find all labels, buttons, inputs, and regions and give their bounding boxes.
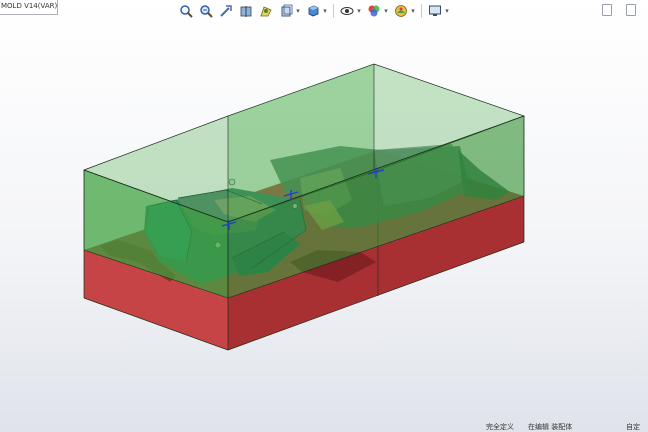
toolbar-separator [333, 4, 334, 18]
apply-scene-icon[interactable] [393, 3, 409, 19]
status-custom: 自定 [626, 423, 640, 431]
view-settings-dropdown-icon[interactable]: ▾ [444, 7, 450, 15]
feature-tree-tab[interactable]: MOLD V14(VAR) [0, 0, 58, 15]
view-orientation-dropdown-icon[interactable]: ▾ [295, 7, 301, 15]
edit-appearance-dropdown-icon[interactable]: ▾ [383, 7, 389, 15]
display-style-dropdown-icon[interactable]: ▾ [322, 7, 328, 15]
hide-show-dropdown-icon[interactable]: ▾ [356, 7, 362, 15]
hide-show-icon[interactable] [339, 3, 355, 19]
zoom-to-fit-icon[interactable] [178, 3, 194, 19]
status-bar: 完全定义 在编辑 装配体 自定 [0, 422, 648, 432]
display-style-icon[interactable] [305, 3, 321, 19]
view-orientation-icon[interactable] [278, 3, 294, 19]
apply-scene-dropdown-icon[interactable]: ▾ [410, 7, 416, 15]
graphics-viewport[interactable] [0, 0, 648, 432]
maximize-window-icon[interactable] [626, 4, 636, 16]
edit-appearance-icon[interactable] [366, 3, 382, 19]
section-view-icon[interactable] [238, 3, 254, 19]
status-editing: 在编辑 装配体 [528, 423, 573, 431]
dynamic-annotation-icon[interactable] [258, 3, 274, 19]
restore-window-icon[interactable] [602, 4, 612, 16]
zoom-to-area-icon[interactable] [198, 3, 214, 19]
status-definition: 完全定义 [486, 423, 514, 431]
toolbar-separator [421, 4, 422, 18]
viewport-window-controls [602, 4, 636, 16]
previous-view-icon[interactable] [218, 3, 234, 19]
heads-up-view-toolbar: ▾ ▾ ▾ ▾ ▾ ▾ [178, 2, 450, 20]
view-settings-icon[interactable] [427, 3, 443, 19]
assembly-name: MOLD V14(VAR) [1, 2, 58, 10]
